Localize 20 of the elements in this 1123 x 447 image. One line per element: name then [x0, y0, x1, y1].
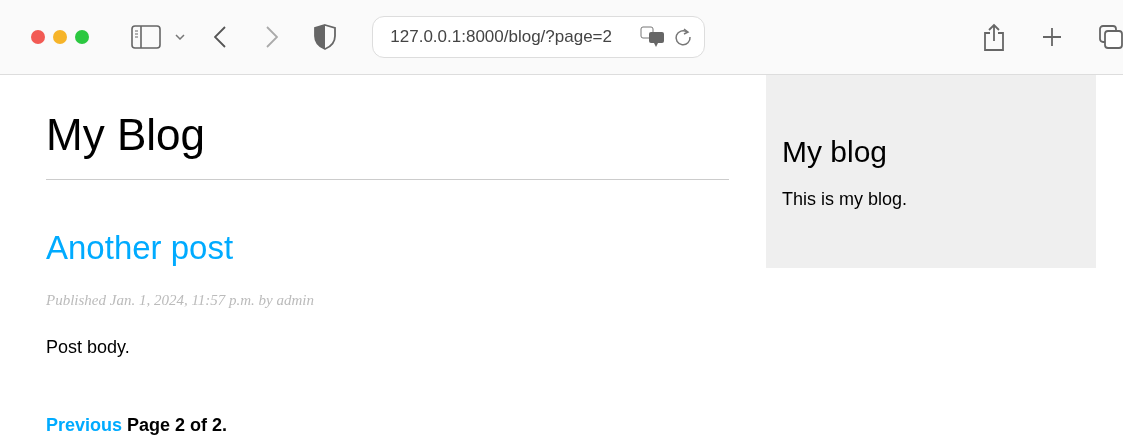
url-text: 127.0.0.1:8000/blog/?page=2 [390, 27, 612, 47]
post-date: Published Jan. 1, 2024, 11:57 p.m. by admin [46, 292, 316, 309]
new-tab-icon[interactable] [1042, 27, 1062, 47]
post-title-link[interactable]: Another post [46, 229, 234, 267]
sidebar-icon[interactable] [131, 25, 161, 49]
back-icon[interactable] [214, 26, 226, 48]
close-button[interactable] [31, 30, 45, 44]
page-indicator: Page 2 of 2. [127, 415, 228, 436]
previous-link[interactable]: Previous [46, 415, 123, 436]
share-icon[interactable] [983, 23, 1005, 51]
blog-title: My Blog [46, 111, 206, 160]
sidebar-text: This is my blog. [782, 189, 909, 210]
reload-icon[interactable] [674, 28, 692, 46]
post-body: Post body. [46, 337, 131, 358]
tabs-overview-icon[interactable] [1099, 25, 1123, 49]
shield-icon[interactable] [314, 24, 336, 50]
sidebar-heading: My blog [782, 135, 889, 169]
address-bar[interactable]: 127.0.0.1:8000/blog/?page=2 [372, 16, 705, 58]
chevron-down-icon[interactable] [175, 34, 185, 40]
translate-icon[interactable] [640, 26, 666, 48]
